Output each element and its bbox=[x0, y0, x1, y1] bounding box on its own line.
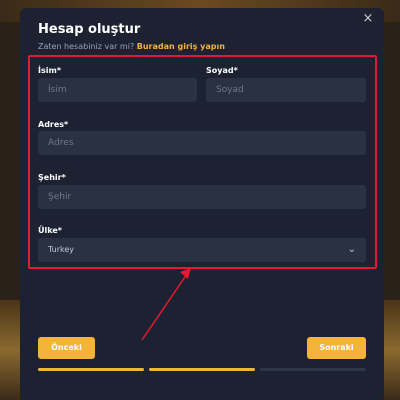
annotation-arrow bbox=[141, 268, 191, 341]
